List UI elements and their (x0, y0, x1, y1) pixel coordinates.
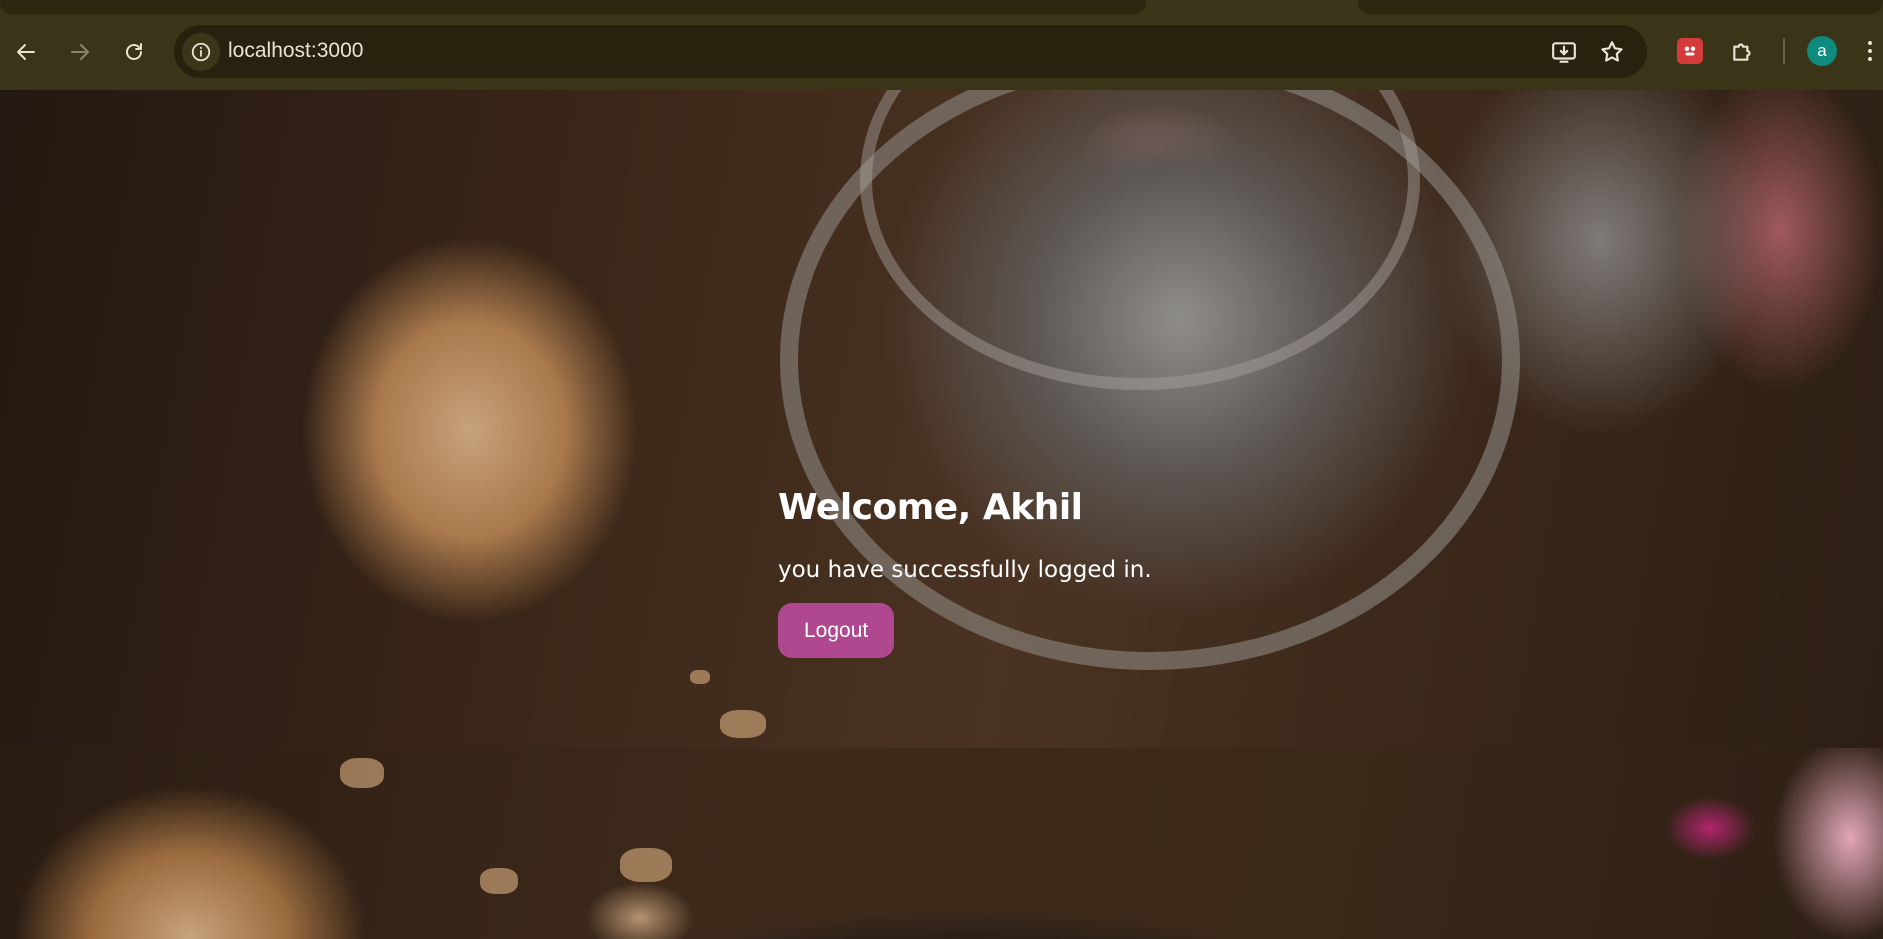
forward-button[interactable] (60, 32, 100, 72)
logout-button[interactable]: Logout (778, 603, 895, 658)
arrow-left-icon (17, 44, 35, 60)
extensions-menu-button[interactable] (1727, 35, 1759, 67)
reload-button[interactable] (114, 32, 154, 72)
bookmark-button[interactable] (1597, 37, 1627, 67)
address-bar[interactable]: localhost:3000 (174, 25, 1647, 78)
install-app-button[interactable] (1549, 37, 1579, 67)
crumb (690, 670, 710, 684)
extension-icon (1677, 38, 1703, 64)
page-viewport: Welcome, Akhil you have successfully log… (0, 90, 1883, 939)
arrow-right-icon (71, 44, 89, 60)
browser-tab[interactable] (0, 0, 1146, 14)
extension-button[interactable] (1674, 35, 1706, 67)
star-icon (1601, 41, 1623, 62)
site-info-button[interactable] (182, 33, 220, 71)
puzzle-icon (1733, 43, 1751, 61)
info-icon (191, 42, 211, 62)
reload-icon (126, 43, 142, 60)
back-button[interactable] (6, 32, 46, 72)
welcome-title: Welcome, Akhil (778, 487, 1083, 528)
crumb (480, 868, 518, 894)
welcome-section: Welcome, Akhil you have successfully log… (778, 487, 1152, 658)
crumb (620, 848, 672, 882)
install-app-icon (1552, 42, 1576, 63)
background-image-repeat (0, 748, 1883, 939)
crumb (340, 758, 384, 788)
browser-tab[interactable] (1358, 0, 1883, 14)
profile-avatar[interactable]: a (1807, 36, 1837, 66)
url-text[interactable]: localhost:3000 (228, 38, 363, 64)
crumb (720, 710, 766, 738)
welcome-message: you have successfully logged in. (778, 557, 1152, 583)
toolbar-divider (1783, 38, 1785, 64)
more-vert-icon[interactable] (1862, 36, 1878, 66)
